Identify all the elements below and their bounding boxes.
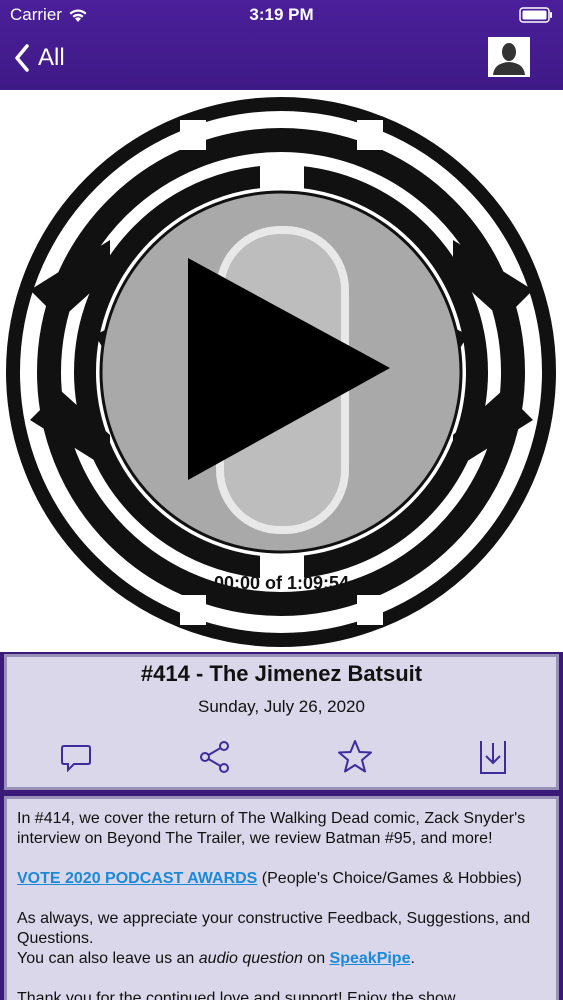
play-button[interactable] [100, 190, 462, 552]
status-time: 3:19 PM [249, 5, 314, 24]
episode-description: In #414, we cover the return of The Walk… [4, 796, 559, 1000]
comment-button[interactable] [56, 737, 96, 777]
comment-icon [61, 745, 91, 773]
vote-podcast-awards-link[interactable]: VOTE 2020 PODCAST AWARDS [17, 870, 257, 887]
audio-end: . [410, 950, 415, 967]
profile-button[interactable] [488, 37, 530, 77]
vote-suffix: (People's Choice/Games & Hobbies) [257, 870, 522, 887]
vote-line: VOTE 2020 PODCAST AWARDS (People's Choic… [17, 869, 546, 889]
description-intro: In #414, we cover the return of The Walk… [17, 810, 526, 847]
podcast-artwork: 00:00 of 1:09:54 [0, 90, 563, 652]
status-bar: Carrier 3:19 PM [0, 0, 563, 30]
star-icon [338, 740, 372, 773]
episode-info-panel: #414 - The Jimenez Batsuit Sunday, July … [4, 654, 559, 790]
share-icon [200, 741, 229, 773]
playback-time: 00:00 of 1:09:54 [213, 573, 350, 593]
back-button[interactable]: All [14, 40, 65, 76]
download-icon [480, 741, 506, 774]
speakpipe-link[interactable]: SpeakPipe [330, 950, 411, 967]
battery-icon [519, 7, 553, 28]
episode-title: #414 - The Jimenez Batsuit [140, 661, 423, 686]
share-button[interactable] [195, 737, 235, 777]
audio-question-line: You can also leave us an audio question … [17, 949, 546, 969]
audio-mid: on [302, 950, 330, 967]
favorite-button[interactable] [335, 737, 375, 777]
episode-date: Sunday, July 26, 2020 [198, 697, 365, 716]
nav-header: Carrier 3:19 PM All [0, 0, 563, 90]
download-button[interactable] [473, 737, 513, 777]
description-cutoff: Thank you for the continued love and sup… [17, 990, 460, 1000]
audio-prefix: You can also leave us an [17, 950, 199, 967]
back-label: All [38, 44, 65, 71]
user-avatar-icon [490, 39, 528, 75]
audio-question-emphasis: audio question [198, 950, 303, 967]
feedback-text: As always, we appreciate your constructi… [17, 910, 531, 947]
chevron-left-icon [15, 44, 29, 72]
